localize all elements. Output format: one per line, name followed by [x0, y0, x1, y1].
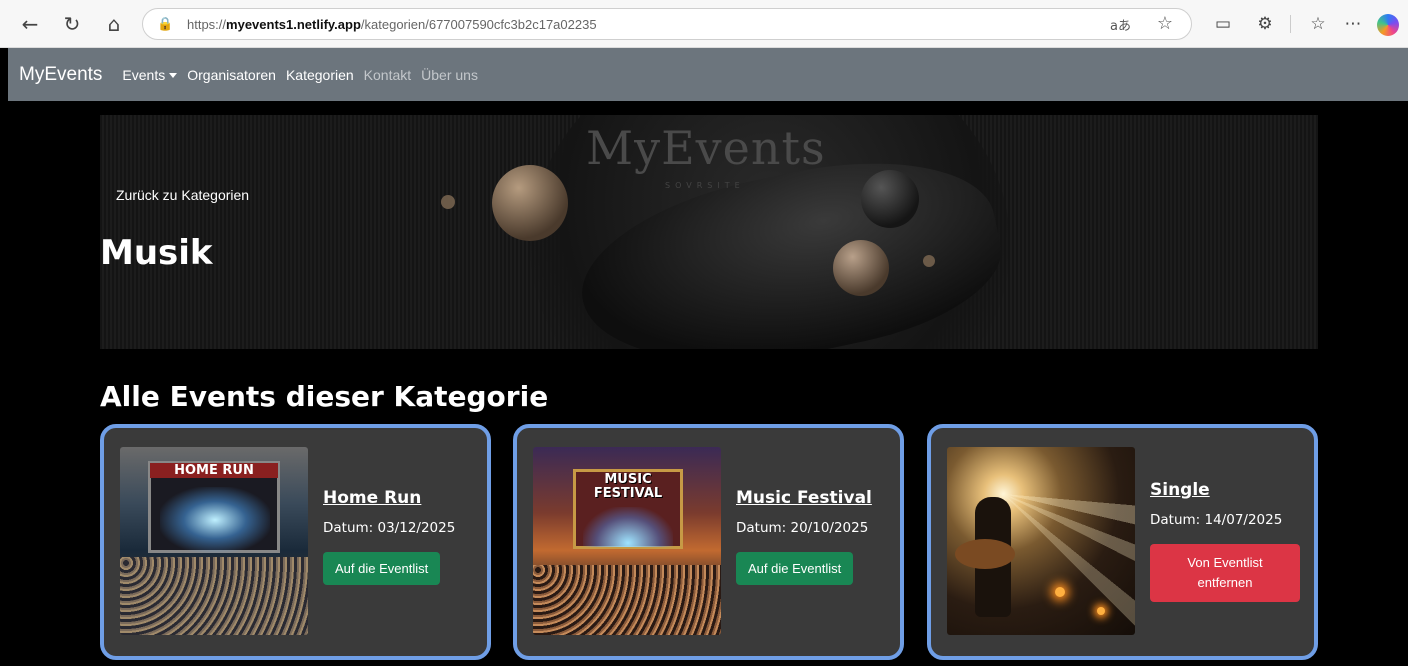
thumb-crowd [120, 557, 308, 635]
nav-ueber-uns[interactable]: Über uns [421, 67, 478, 83]
event-name-link[interactable]: Home Run [323, 488, 421, 508]
thumb-lights [583, 507, 673, 547]
event-name-link[interactable]: Music Festival [736, 488, 872, 508]
event-date: Datum: 20/10/2025 [736, 520, 869, 536]
event-thumbnail: HOME RUN [120, 447, 308, 635]
section-title: Alle Events dieser Kategorie [100, 380, 549, 413]
event-date: Datum: 03/12/2025 [323, 520, 456, 536]
event-card: HOME RUN Home Run Datum: 03/12/2025 Auf … [100, 424, 491, 660]
event-thumbnail: MUSIC FESTIVAL [533, 447, 721, 635]
thumb-guitar [955, 539, 1015, 569]
main-navbar: MyEvents Events Organisatoren Kategorien… [8, 48, 1408, 101]
event-name-link[interactable]: Single [1150, 480, 1210, 500]
favorite-star-icon[interactable]: ☆ [1157, 13, 1173, 34]
toolbar-separator [1290, 15, 1291, 33]
event-info: Single Datum: 14/07/2025 Von Eventlist e… [1150, 480, 1310, 602]
remove-from-eventlist-button[interactable]: Von Eventlist entfernen [1150, 544, 1300, 602]
thumb-label: HOME RUN [150, 463, 278, 478]
more-menu-icon[interactable]: ⋯ [1339, 10, 1367, 38]
home-icon[interactable]: ⌂ [100, 10, 128, 38]
add-to-eventlist-button[interactable]: Auf die Eventlist [323, 552, 441, 585]
read-aloud-icon[interactable]: aあ [1110, 15, 1131, 34]
copilot-icon[interactable] [1377, 14, 1399, 36]
lock-icon[interactable]: 🔒 [157, 17, 177, 32]
event-info: Home Run Datum: 03/12/2025 Auf die Event… [323, 488, 483, 585]
hero-orb [833, 240, 889, 296]
extensions-icon[interactable]: ⚙ [1251, 10, 1279, 38]
thumb-candle [1097, 607, 1105, 615]
brand-logo[interactable]: MyEvents [19, 64, 102, 86]
hero-orb [923, 255, 935, 267]
hero-orb [492, 165, 568, 241]
thumb-lights [160, 487, 270, 553]
hero-logo-subtext: SOVRSITE [665, 181, 745, 190]
hero-logo-text: MyEvents [586, 121, 826, 175]
nav-kategorien[interactable]: Kategorien [286, 67, 354, 83]
nav-kontakt[interactable]: Kontakt [364, 67, 411, 83]
nav-organisatoren[interactable]: Organisatoren [187, 67, 276, 83]
category-title: Musik [100, 233, 213, 273]
hero-orb [861, 170, 919, 228]
back-arrow-icon[interactable]: ← [16, 10, 44, 38]
url-text: https://myevents1.netlify.app/kategorien… [187, 16, 597, 32]
thumb-crowd [533, 565, 721, 635]
add-to-eventlist-button[interactable]: Auf die Eventlist [736, 552, 854, 585]
refresh-icon[interactable]: ↻ [58, 10, 86, 38]
browser-toolbar: ← ↻ ⌂ 🔒 https://myevents1.netlify.app/ka… [0, 0, 1408, 48]
hero-orb [441, 195, 455, 209]
event-card: MUSIC FESTIVAL Music Festival Datum: 20/… [513, 424, 904, 660]
event-card: Single Datum: 14/07/2025 Von Eventlist e… [927, 424, 1318, 660]
address-bar[interactable]: 🔒 https://myevents1.netlify.app/kategori… [142, 8, 1192, 40]
thumb-candle [1055, 587, 1065, 597]
favorites-icon[interactable]: ☆ [1304, 10, 1332, 38]
event-thumbnail [947, 447, 1135, 635]
event-date: Datum: 14/07/2025 [1150, 512, 1283, 528]
nav-events[interactable]: Events [122, 67, 178, 83]
reading-view-icon[interactable]: ▭ [1209, 10, 1237, 38]
caret-down-icon [169, 73, 178, 79]
back-to-categories-link[interactable]: Zurück zu Kategorien [116, 187, 249, 203]
thumb-label: MUSIC FESTIVAL [593, 472, 663, 501]
event-info: Music Festival Datum: 20/10/2025 Auf die… [736, 488, 896, 585]
category-hero: MyEvents SOVRSITE Zurück zu Kategorien M… [100, 115, 1318, 349]
